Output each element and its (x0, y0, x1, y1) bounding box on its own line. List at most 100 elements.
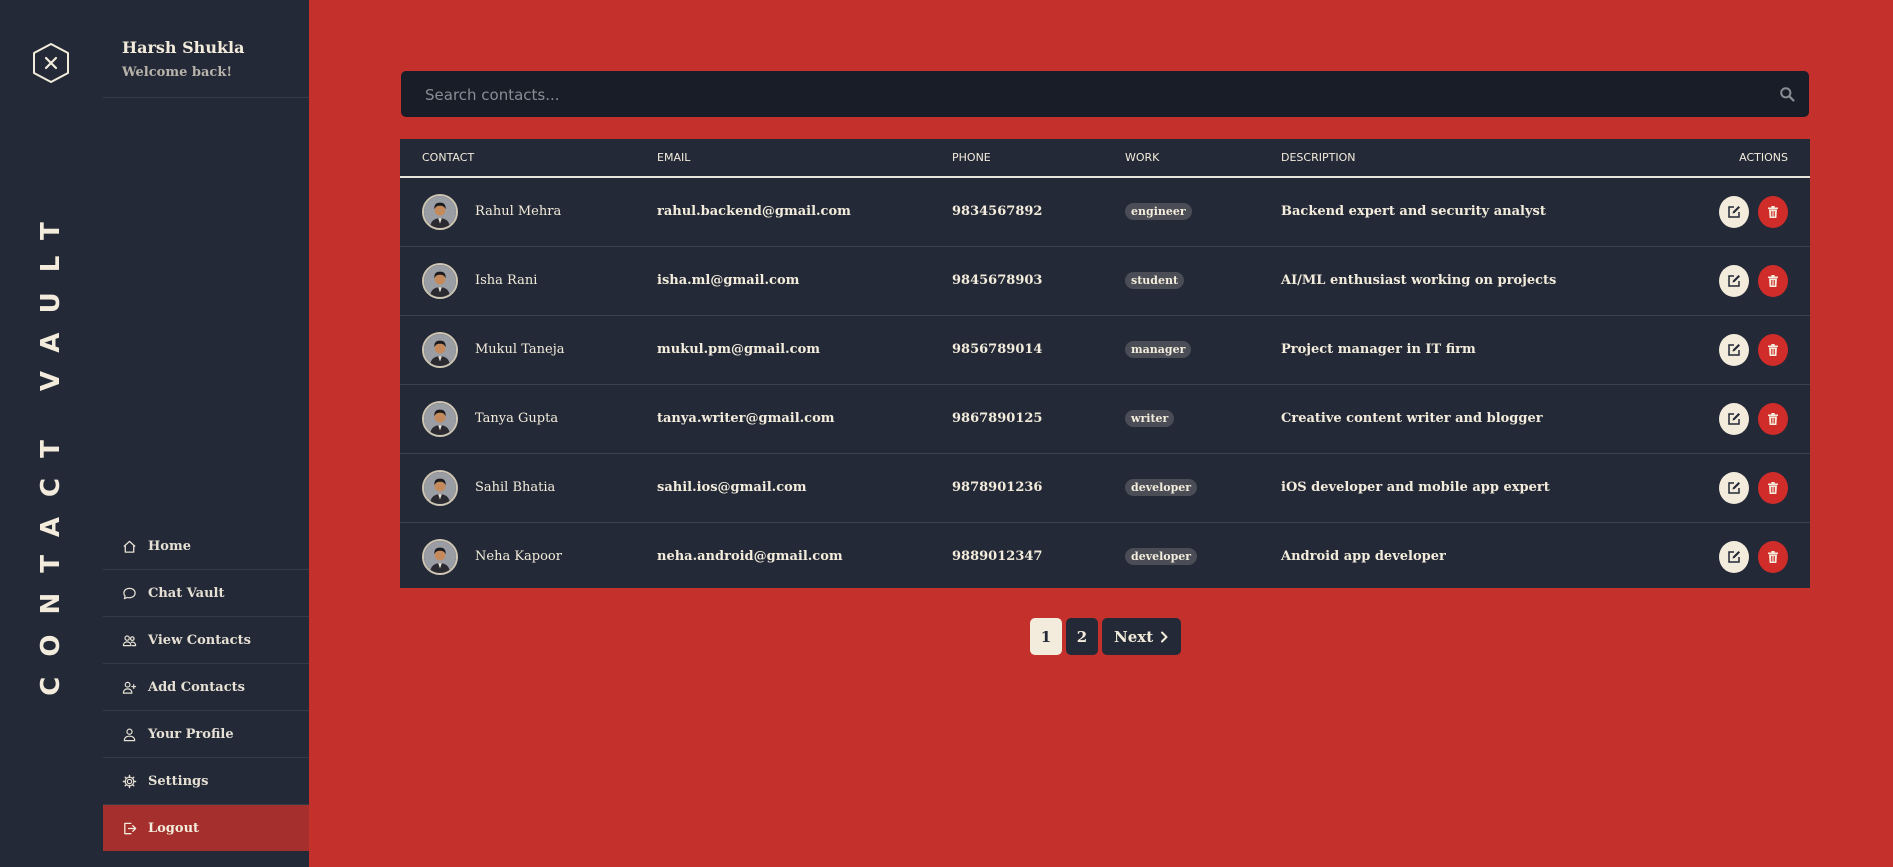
brand-rail: CONTACT VAULT (0, 0, 103, 867)
trash-icon (1768, 206, 1778, 218)
table-row: Mukul Taneja mukul.pm@gmail.com 9856789014… (400, 316, 1810, 385)
sidebar-item-home[interactable]: Home (103, 523, 309, 570)
contacts-table: CONTACT EMAIL PHONE WORK DESCRIPTION ACT… (400, 139, 1810, 588)
edit-contact-button[interactable] (1719, 472, 1749, 504)
avatar-image (424, 265, 456, 297)
trash-icon (1768, 344, 1778, 356)
contact-phone: 9856789014 (952, 342, 1043, 357)
contact-phone: 9867890125 (952, 411, 1043, 426)
header-phone: PHONE (952, 151, 991, 164)
next-page-button[interactable]: Next (1102, 618, 1182, 655)
sidebar-item-settings[interactable]: Settings (103, 758, 309, 805)
contact-email: rahul.backend@gmail.com (657, 204, 851, 219)
contact-phone: 9834567892 (952, 204, 1043, 219)
avatar (422, 470, 458, 506)
contact-description: Android app developer (1281, 549, 1446, 564)
delete-contact-button[interactable] (1758, 403, 1788, 435)
brand-title: CONTACT VAULT (36, 202, 66, 696)
header-email: EMAIL (657, 151, 691, 164)
avatar-image (424, 334, 456, 366)
sidebar-item-label: Settings (148, 773, 209, 789)
chevron-right-icon (1161, 631, 1168, 642)
sidebar-item-logout[interactable]: Logout (103, 805, 309, 851)
sidebar-item-view-contacts[interactable]: View Contacts (103, 617, 309, 664)
avatar-image (424, 196, 456, 228)
next-label: Next (1114, 627, 1154, 646)
edit-contact-button[interactable] (1719, 541, 1749, 573)
edit-icon (1728, 344, 1740, 356)
table-row: Isha Rani isha.ml@gmail.com 9845678903 stud… (400, 247, 1810, 316)
sidebar-item-label: Add Contacts (148, 679, 245, 695)
edit-icon (1728, 551, 1740, 563)
contact-name: Rahul Mehra (475, 204, 562, 219)
delete-contact-button[interactable] (1758, 265, 1788, 297)
work-badge: developer (1125, 548, 1198, 565)
sidebar-item-add-contacts[interactable]: Add Contacts (103, 664, 309, 711)
trash-icon (1768, 413, 1778, 425)
sidebar-item-label: View Contacts (148, 632, 251, 648)
edit-contact-button[interactable] (1719, 334, 1749, 366)
sidebar-item-chat-vault[interactable]: Chat Vault (103, 570, 309, 617)
contact-description: iOS developer and mobile app expert (1281, 480, 1550, 495)
user-panel: Harsh Shukla Welcome back! (103, 0, 309, 98)
sidebar: Harsh Shukla Welcome back! Home Chat Vau… (103, 0, 309, 867)
table-body: Rahul Mehra rahul.backend@gmail.com 983456… (400, 178, 1810, 591)
sidebar-item-label: Your Profile (148, 726, 234, 742)
edit-contact-button[interactable] (1719, 196, 1749, 228)
avatar (422, 401, 458, 437)
contact-email: neha.android@gmail.com (657, 549, 843, 564)
page-1-button[interactable]: 1 (1030, 618, 1062, 655)
edit-icon (1728, 206, 1740, 218)
contact-name: Neha Kapoor (475, 549, 562, 564)
users-icon (122, 634, 137, 646)
contact-email: mukul.pm@gmail.com (657, 342, 820, 357)
avatar (422, 194, 458, 230)
header-work: WORK (1125, 151, 1160, 164)
delete-contact-button[interactable] (1758, 541, 1788, 573)
avatar (422, 539, 458, 575)
avatar-image (424, 403, 456, 435)
work-badge: writer (1125, 410, 1175, 427)
close-logo-icon[interactable] (30, 42, 72, 84)
contact-name: Tanya Gupta (475, 411, 559, 426)
trash-icon (1768, 482, 1778, 494)
contact-name: Isha Rani (475, 273, 538, 288)
welcome-text: Welcome back! (122, 65, 233, 80)
delete-contact-button[interactable] (1758, 334, 1788, 366)
table-row: Rahul Mehra rahul.backend@gmail.com 983456… (400, 178, 1810, 247)
contact-description: Project manager in IT firm (1281, 342, 1476, 357)
sidebar-item-label: Chat Vault (148, 585, 225, 601)
edit-contact-button[interactable] (1719, 265, 1749, 297)
avatar-image (424, 472, 456, 504)
user-plus-icon (122, 681, 137, 694)
sidebar-item-your-profile[interactable]: Your Profile (103, 711, 309, 758)
home-icon (123, 540, 136, 553)
edit-contact-button[interactable] (1719, 403, 1749, 435)
gear-icon (122, 774, 137, 788)
work-badge: student (1125, 272, 1185, 289)
contact-description: AI/ML enthusiast working on projects (1281, 273, 1557, 288)
contact-name: Sahil Bhatia (475, 480, 556, 495)
contact-email: isha.ml@gmail.com (657, 273, 800, 288)
table-row: Sahil Bhatia sahil.ios@gmail.com 987890123… (400, 454, 1810, 523)
contact-description: Backend expert and security analyst (1281, 204, 1546, 219)
table-row: Neha Kapoor neha.android@gmail.com 9889012… (400, 523, 1810, 591)
work-badge: developer (1125, 479, 1198, 496)
header-actions: ACTIONS (1739, 151, 1788, 164)
contact-phone: 9878901236 (952, 480, 1043, 495)
user-name: Harsh Shukla (122, 38, 245, 57)
sidebar-item-label: Home (148, 538, 191, 554)
table-row: Tanya Gupta tanya.writer@gmail.com 9867890… (400, 385, 1810, 454)
delete-contact-button[interactable] (1758, 196, 1788, 228)
avatar-image (424, 541, 456, 573)
edit-icon (1728, 482, 1740, 494)
header-description: DESCRIPTION (1281, 151, 1356, 164)
search-input[interactable] (423, 71, 1727, 119)
sidebar-nav: Home Chat Vault View Contacts Add Contac… (103, 523, 309, 851)
page-2-button[interactable]: 2 (1066, 618, 1098, 655)
search-icon[interactable] (1779, 86, 1795, 102)
table-header: CONTACT EMAIL PHONE WORK DESCRIPTION ACT… (400, 139, 1810, 178)
user-icon (123, 728, 136, 741)
delete-contact-button[interactable] (1758, 472, 1788, 504)
avatar (422, 332, 458, 368)
